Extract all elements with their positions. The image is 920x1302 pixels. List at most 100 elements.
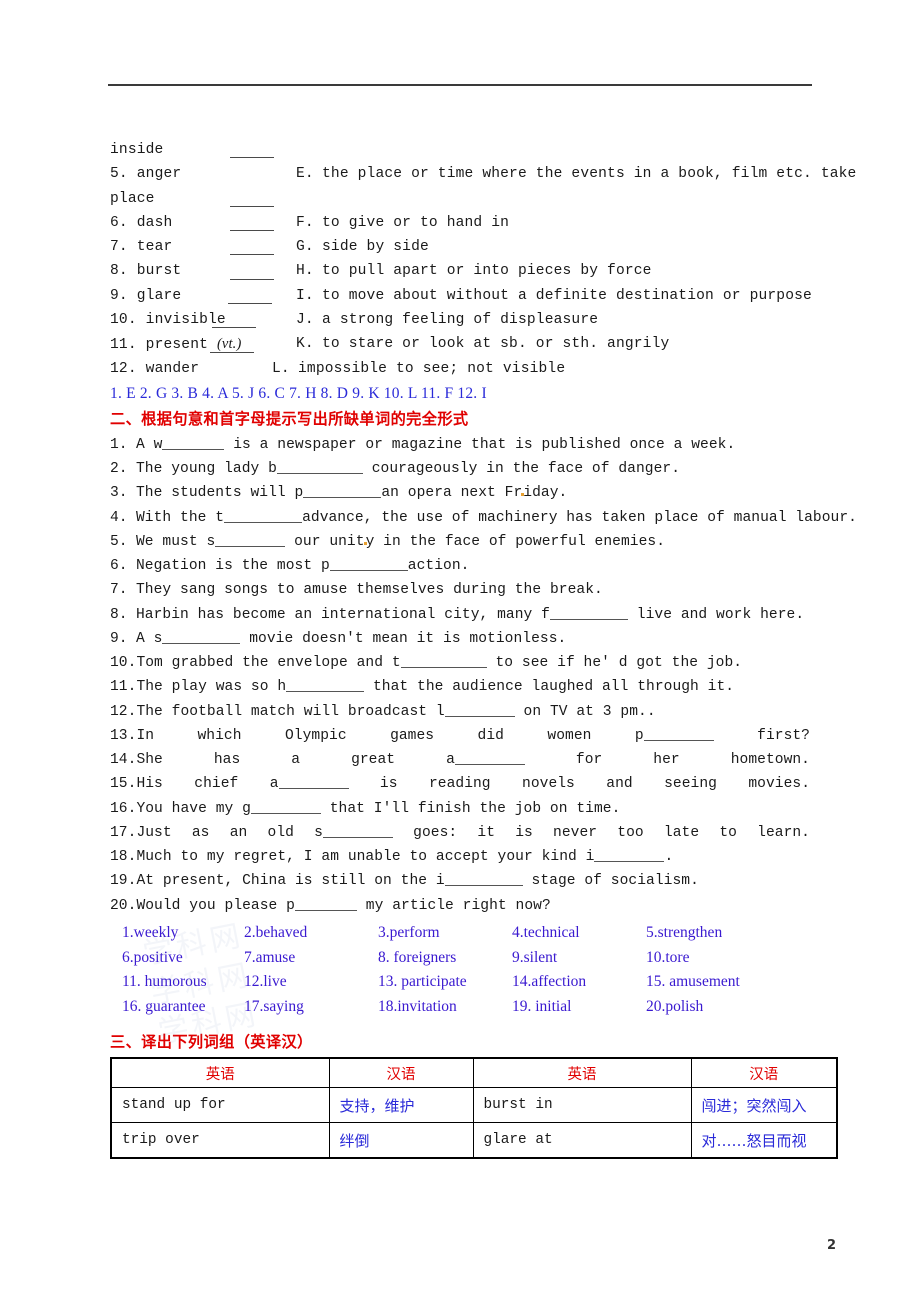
matching-definition: J. a strong feeling of displeasure [296,312,599,329]
matching-row: 8. burst H. to pull apart or into pieces b… [110,254,816,283]
matching-row: 7. tear G. side by side [110,230,816,259]
answer-blank[interactable] [224,508,303,523]
answer-cell: 18.invitation [378,997,457,1015]
answer-row: 11. humorous 12.live 13. participate 14.aff… [110,973,816,998]
sentence-item: 4. With the t advance, the use of machiner… [110,508,857,526]
sentence-item: 6. Negation is the most p action. [110,556,470,575]
sentence-item: 8. Harbin has become an international cit… [110,605,805,623]
sentence-item: 10.Tom grabbed the envelope and t to see… [110,653,743,672]
matching-definition: K. to stare or look at sb. or sth. angril… [296,336,670,353]
matching-definition: I. to move about without a definite desti… [296,287,812,304]
answer-cell: 14.affection [512,973,587,991]
matching-term: 10. invisible [110,312,226,329]
answer-blank[interactable] [294,896,357,911]
section2-answer-grid: 1.weekly 2.behaved 3.perform 4.technical 5.s… [110,924,816,1022]
matching-term: 6. dash [110,214,173,231]
answer-blank[interactable] [594,847,665,863]
matching-definition: L. impossible to see; not visible [272,360,566,377]
sentence-item: 15.His chief a is reading novels and see… [110,774,810,793]
answer-blank[interactable] [250,799,321,814]
sentence-item: 19.At present, China is still on the i s… [110,871,699,890]
answer-cell: 12.live [244,973,287,991]
answer-blank[interactable] [276,459,363,475]
section2-heading: 二、根据句意和首字母提示写出所缺单词的完全形式 [110,409,469,428]
answer-blank[interactable] [286,677,365,693]
phrase-chinese: 对……怒目而视 [690,1122,838,1159]
translation-table: 英语 汉语 英语 汉语 stand up for 支持，维护 burst in … [110,1057,838,1160]
spellcheck-dot-icon [521,493,525,497]
matching-definition: G. side by side [296,239,429,256]
matching-term: 12. wander [110,360,200,377]
answer-blank[interactable] [454,750,525,766]
page-number: 2 [826,1238,836,1253]
answer-cell: 4.technical [512,923,580,941]
matching-definition: F. to give or to hand in [296,214,510,231]
column-header-english-1: 英语 [110,1057,330,1089]
phrase-chinese: 绊倒 [328,1122,474,1159]
answer-blank[interactable] [215,532,286,547]
matching-row: 10. invisible J. a strong feeling of displ… [110,303,816,332]
continued-word: inside [110,142,164,158]
section3-heading: 三、译出下列词组（英译汉） [110,1033,313,1052]
answer-blank[interactable] [162,435,225,450]
matching-row: 11. present (vt.) K. to stare or look at s… [110,327,816,356]
answer-cell: 3.perform [378,923,440,941]
answer-cell: 20.polish [646,997,704,1015]
matching-row: 9. glare I. to move about without a defini… [110,278,816,308]
matching-term: 9. glare [110,287,182,304]
matching-answer-key: 1. E 2. G 3. B 4. A 5. J 6. C 7. H 8. D … [110,384,487,402]
answer-blank[interactable] [322,823,393,838]
translation-table-wrapper: 英语 汉语 英语 汉语 stand up for 支持，维护 burst in … [110,1057,838,1160]
matching-definition: E. the place or time where the events in … [296,166,857,183]
phrase-english: glare at [472,1122,692,1159]
matching-wrapped-word: place [110,190,155,207]
sentence-item: 11.The play was so h that the audience l… [110,677,735,696]
answer-cell: 17.saying [244,997,304,1015]
answer-cell: 10.tore [646,948,690,966]
answer-blank[interactable] [444,871,523,887]
answer-blank[interactable] [329,556,408,572]
answer-blank[interactable] [549,605,628,620]
spellcheck-dot-icon [363,541,367,545]
sentence-item: 9. A s movie doesn't mean it is motionles… [110,629,567,647]
table-row: stand up for 支持，维护 burst in 闯进；突然闯入 [110,1087,838,1124]
matching-term: 7. tear [110,239,173,256]
sentence-item: 7. They sang songs to amuse themselves du… [110,582,603,599]
header-rule [108,84,812,86]
sentence-item: 3. The students will p an opera next Frida… [110,483,568,502]
phrase-english: trip over [110,1122,330,1159]
answer-row: 6.positive 7.amuse 8. foreigners 9.silent 10… [110,949,816,974]
answer-cell: 13. participate [378,973,467,991]
answer-cell: 16. guarantee [122,997,206,1015]
answer-blank[interactable] [643,726,714,741]
sentence-item: 17.Just as an old s goes: it is never to… [110,823,810,841]
answer-row: 1.weekly 2.behaved 3.perform 4.technical 5.s… [110,924,816,949]
answer-blank[interactable] [400,653,487,669]
page-content: inside 5. anger E. the place or time where… [110,138,857,1160]
answer-cell: 1.weekly [122,923,179,941]
matching-term: 11. present (vt.) [110,336,242,354]
matching-row: 12. wander L. impossible to see; not visib… [110,351,816,381]
answer-blank[interactable] [444,702,515,717]
matching-definition: H. to pull apart or into pieces by force [296,263,652,280]
phrase-chinese: 支持，维护 [328,1087,474,1124]
answer-row: 16. guarantee 17.saying 18.invitation 19. i… [110,998,816,1023]
answer-cell: 6.positive [122,948,183,966]
phrase-english: burst in [472,1087,692,1124]
answer-cell: 2.behaved [244,923,308,941]
answer-cell: 11. humorous [122,973,207,991]
answer-blank[interactable] [303,483,382,499]
phrase-chinese: 闯进；突然闯入 [690,1087,838,1124]
answer-cell: 15. amusement [646,973,740,991]
answer-cell: 5.strengthen [646,923,723,941]
matching-row: 6. dash F. to give or to hand in [110,205,816,235]
answer-cell: 19. initial [512,997,572,1015]
phrase-english: stand up for [110,1087,330,1124]
sentence-item: 20.Would you please p my article right n… [110,896,551,914]
sentence-item: 13.In which Olympic games did women p fi… [110,726,810,744]
answer-blank[interactable] [162,629,241,644]
answer-blank[interactable] [278,774,349,790]
sentence-item: 12.The football match will broadcast l o… [110,702,656,720]
table-header-row: 英语 汉语 英语 汉语 [110,1057,838,1089]
sentence-item: 16.You have my g that I'll finish the jo… [110,799,621,817]
